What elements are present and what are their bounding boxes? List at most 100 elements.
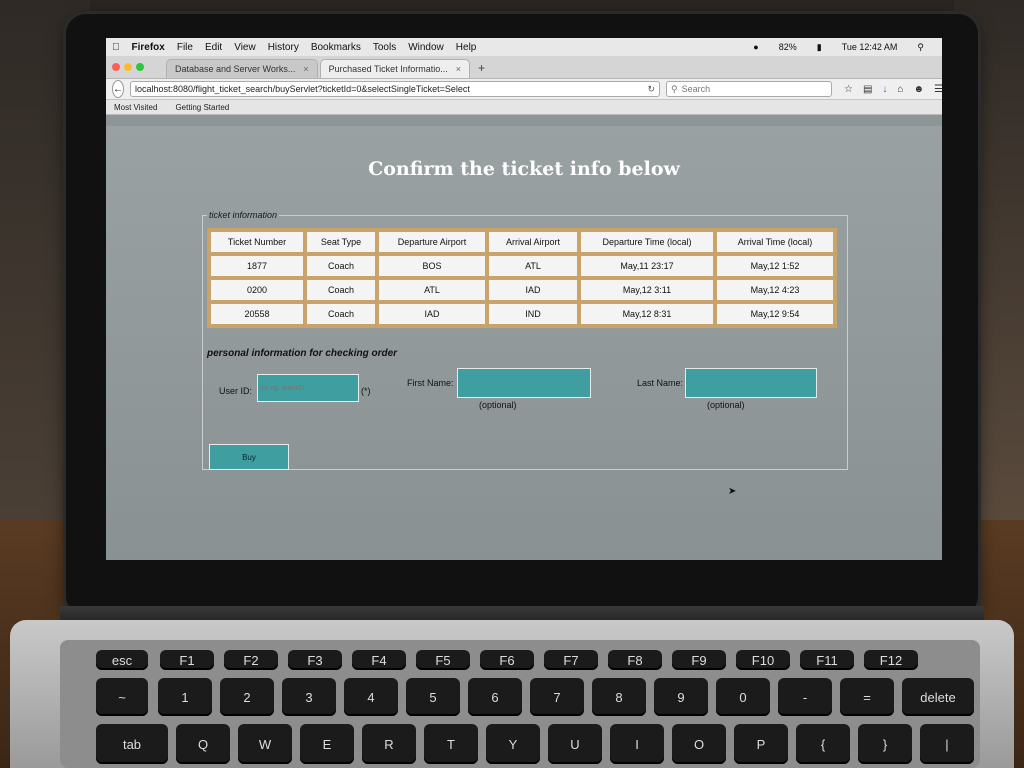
tab-label: Purchased Ticket Informatio... [328, 64, 448, 74]
key-minus[interactable]: - [778, 678, 832, 716]
menu-tools[interactable]: Tools [373, 42, 396, 53]
key-2[interactable]: 2 [220, 678, 274, 716]
laptop-screen:  Firefox File Edit View History Bookmar… [106, 38, 942, 560]
bookmark-getting-started[interactable]: Getting Started [175, 103, 229, 112]
menu-view[interactable]: View [234, 42, 256, 53]
key-tab[interactable]: tab [96, 724, 168, 764]
user-id-input[interactable] [257, 374, 359, 402]
key-f12[interactable]: F12 [864, 650, 918, 670]
key-w[interactable]: W [238, 724, 292, 764]
spotlight-icon[interactable]: ⚲ [917, 42, 924, 53]
key-e[interactable]: E [300, 724, 354, 764]
key-1[interactable]: 1 [158, 678, 212, 716]
column-header: Arrival Airport [487, 230, 579, 254]
key-tilde[interactable]: ~ [96, 678, 148, 716]
key-6[interactable]: 6 [468, 678, 522, 716]
table-row: 1877 Coach BOS ATL May,11 23:17 May,12 1… [209, 254, 835, 278]
search-input[interactable]: ⚲ Search [666, 81, 832, 97]
table-cell: May,12 1:52 [715, 254, 835, 278]
column-header: Departure Airport [377, 230, 487, 254]
key-o[interactable]: O [672, 724, 726, 764]
search-placeholder: Search [681, 84, 711, 94]
back-button[interactable]: ← [112, 80, 124, 98]
key-esc[interactable]: esc [96, 650, 148, 670]
key-8[interactable]: 8 [592, 678, 646, 716]
table-row: 20558 Coach IAD IND May,12 8:31 May,12 9… [209, 302, 835, 326]
required-mark: (*) [361, 386, 371, 396]
key-i[interactable]: I [610, 724, 664, 764]
key-f3[interactable]: F3 [288, 650, 342, 670]
key-y[interactable]: Y [486, 724, 540, 764]
key-5[interactable]: 5 [406, 678, 460, 716]
reading-list-icon[interactable]: ▤ [863, 84, 872, 95]
tab-database[interactable]: Database and Server Works... × [166, 59, 318, 78]
key-f2[interactable]: F2 [224, 650, 278, 670]
close-window-icon[interactable] [112, 63, 120, 71]
hello-icon[interactable]: ☻ [913, 84, 924, 95]
minimize-window-icon[interactable] [124, 63, 132, 71]
key-4[interactable]: 4 [344, 678, 398, 716]
key-p[interactable]: P [734, 724, 788, 764]
bookmark-star-icon[interactable]: ☆ [844, 84, 853, 95]
key-u[interactable]: U [548, 724, 602, 764]
key-f9[interactable]: F9 [672, 650, 726, 670]
url-text: localhost:8080/flight_ticket_search/buyS… [135, 84, 470, 94]
key-f1[interactable]: F1 [160, 650, 214, 670]
clock[interactable]: Tue 12:42 AM [842, 42, 898, 52]
key-f4[interactable]: F4 [352, 650, 406, 670]
table-cell: May,12 4:23 [715, 278, 835, 302]
key-7[interactable]: 7 [530, 678, 584, 716]
key-f8[interactable]: F8 [608, 650, 662, 670]
key-q[interactable]: Q [176, 724, 230, 764]
home-icon[interactable]: ⌂ [897, 84, 903, 95]
menu-history[interactable]: History [268, 42, 299, 53]
tab-close-icon[interactable]: × [303, 64, 308, 74]
menu-icon[interactable]: ☰ [934, 84, 942, 95]
wifi-icon[interactable]: ● [753, 42, 758, 52]
menu-window[interactable]: Window [408, 42, 444, 53]
key-open-brace[interactable]: { [796, 724, 850, 764]
key-3[interactable]: 3 [282, 678, 336, 716]
page-title: Confirm the ticket info below [368, 158, 680, 180]
url-bar[interactable]: localhost:8080/flight_ticket_search/buyS… [130, 81, 660, 97]
key-0[interactable]: 0 [716, 678, 770, 716]
first-name-optional-note: (optional) [479, 400, 517, 410]
key-equals[interactable]: = [840, 678, 894, 716]
zoom-window-icon[interactable] [136, 63, 144, 71]
section-heading: personal information for checking order [207, 348, 398, 359]
table-cell: Coach [305, 302, 377, 326]
tab-close-icon[interactable]: × [456, 64, 461, 74]
status-area: ● 82% ▮ Tue 12:42 AM ⚲ [753, 42, 936, 53]
menu-bookmarks[interactable]: Bookmarks [311, 42, 361, 53]
key-f6[interactable]: F6 [480, 650, 534, 670]
key-f10[interactable]: F10 [736, 650, 790, 670]
key-t[interactable]: T [424, 724, 478, 764]
first-name-input[interactable] [457, 368, 591, 398]
table-cell: IAD [377, 302, 487, 326]
key-pipe[interactable]: | [920, 724, 974, 764]
key-f7[interactable]: F7 [544, 650, 598, 670]
new-tab-button[interactable]: + [478, 61, 485, 75]
column-header: Ticket Number [209, 230, 305, 254]
reload-icon[interactable]: ↻ [647, 84, 655, 95]
key-f11[interactable]: F11 [800, 650, 854, 670]
battery-icon[interactable]: ▮ [817, 42, 822, 53]
menu-file[interactable]: File [177, 42, 193, 53]
key-delete[interactable]: delete [902, 678, 974, 716]
key-r[interactable]: R [362, 724, 416, 764]
bookmark-most-visited[interactable]: Most Visited [114, 103, 157, 112]
table-header-row: Ticket Number Seat Type Departure Airpor… [209, 230, 835, 254]
menu-help[interactable]: Help [456, 42, 477, 53]
app-name[interactable]: Firefox [132, 42, 165, 53]
column-header: Departure Time (local) [579, 230, 715, 254]
downloads-icon[interactable]: ↓ [882, 84, 887, 95]
ticket-info-fieldset: ticket information Ticket Number Seat Ty… [202, 210, 848, 470]
key-9[interactable]: 9 [654, 678, 708, 716]
buy-button[interactable]: Buy [209, 444, 289, 470]
menu-edit[interactable]: Edit [205, 42, 222, 53]
key-f5[interactable]: F5 [416, 650, 470, 670]
tab-purchased-ticket[interactable]: Purchased Ticket Informatio... × [319, 59, 470, 78]
last-name-input[interactable] [685, 368, 817, 398]
apple-menu-icon[interactable]:  [112, 42, 120, 53]
key-close-brace[interactable]: } [858, 724, 912, 764]
